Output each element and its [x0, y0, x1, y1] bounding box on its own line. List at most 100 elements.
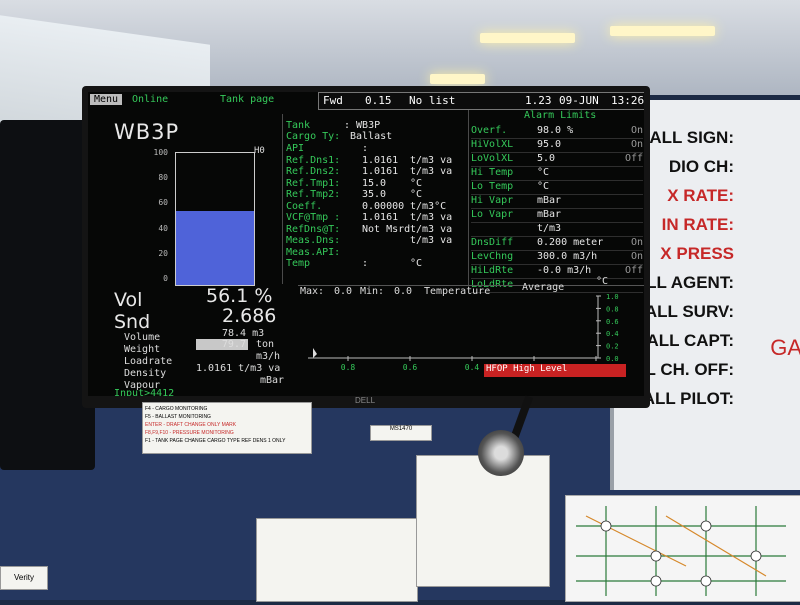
call-board-line: X RATE:: [667, 186, 734, 205]
loadrate-unit: m3/h: [256, 351, 281, 362]
trend-plot: 0.80.60.40.20days1.00.80.60.40.20.0: [308, 293, 626, 372]
alarm-row-label: Lo Vapr: [471, 209, 514, 220]
details-row-label: VCF@Tmp :: [286, 212, 341, 223]
vol-value: 56.1 %: [206, 285, 273, 307]
ceiling-light: [480, 33, 575, 43]
shortcut-sticker-line: F8,F9,F10 - PRESSURE MONITORING: [145, 430, 234, 436]
details-row-unit: t/m3 va: [410, 166, 453, 177]
shortcut-sticker-lines: F4 - CARGO MONITORING F5 - BALLAST MONITO…: [145, 405, 309, 445]
pipe-diagram-card: [565, 495, 800, 602]
shortcut-sticker-line: ENTER - DRAFT CHANGE ONLY MARK: [145, 422, 237, 428]
alarm-row: Hi Vapr mBar: [471, 195, 643, 209]
ms-label: MS1470: [370, 425, 432, 441]
call-board-line: DIO CH:: [668, 157, 734, 176]
cargo-type-label: Cargo Ty:: [286, 131, 341, 142]
details-row-value: Not Msrd: [362, 223, 411, 235]
shortcut-sticker-line: F1 - TANK PAGE CHANGE CARGO TYPE REF DEN…: [145, 438, 286, 444]
cursor-icon: [313, 348, 317, 358]
alarm-row-value: 5.0: [537, 153, 556, 164]
call-board-line: IN RATE:: [661, 215, 734, 234]
details-row-value: 1.0161: [362, 166, 399, 177]
details-row-label: API: [286, 143, 305, 154]
alarm-row-label: Lo Temp: [471, 181, 514, 192]
list-status: No list: [409, 94, 456, 107]
shortcut-sticker-line: F5 - BALLAST MONITORING: [145, 414, 211, 420]
details-row-value: 1.0161: [362, 212, 399, 223]
alarm-row-label: HiVolXL: [471, 139, 514, 150]
alarm-row-value: mBar: [537, 209, 562, 220]
weight-unit: ton: [256, 339, 275, 350]
alarm-row: DnsDiff 0.200 meter On: [471, 237, 643, 251]
gauge-scale-tick: 0: [163, 274, 168, 283]
gauge-scale-tick: 60: [158, 198, 168, 208]
tank-monitor-screen: Menu Online Tank page Fwd 0.15 No list 1…: [88, 92, 644, 396]
details-row-label: Temp: [286, 258, 311, 269]
alarm-row-label: Overf.: [471, 125, 508, 136]
details-row: Meas.Dns: t/m3 va: [286, 235, 466, 247]
pipe-diagram-drawing: [576, 506, 786, 596]
status-online: Online: [132, 94, 169, 105]
details-row-value: 1.0161: [362, 154, 399, 166]
gauge-scale-tick: 80: [158, 173, 168, 183]
date: 09-JUN: [559, 94, 599, 107]
alarm-row: HiLdRte -0.0 m3/h Off: [471, 265, 643, 279]
alarm-limits-table: Overf. 98.0 % On HiVolXL 95.0 On LoVolXL 5.0 Off…: [471, 125, 643, 293]
time: 13:26: [611, 94, 644, 107]
alarm-banner: HFOP High Level: [484, 364, 626, 377]
tank-details-table: API: Ref.Dns1: 1.0161 t/m3 va Ref.Dns2: 1.016…: [286, 143, 466, 270]
alarm-row-state: On: [630, 125, 643, 136]
alarm-row: LoVolXL 5.0 Off: [471, 153, 643, 167]
page-title: Tank page: [220, 94, 275, 105]
trend-y-tick-label: 0.4: [606, 330, 619, 338]
vapour-unit: mBar: [260, 375, 285, 386]
alarm-row-label: HiLdRte: [471, 265, 514, 276]
trend-y-tick-label: 0.0: [606, 355, 619, 363]
gauge-scale: 100 80 60 40 20 0: [128, 148, 168, 283]
snd-value: 2.686: [222, 305, 277, 327]
snd-label: Snd: [114, 311, 151, 333]
ceiling-light: [430, 74, 485, 84]
volume-value: 78.4 m3: [222, 328, 265, 339]
details-row-unit: t/m3 va: [410, 154, 453, 166]
details-row-value: :: [362, 143, 369, 154]
trend-y-tick-label: 0.2: [606, 343, 619, 351]
top-status-bar: Fwd 0.15 No list 1.23 09-JUN 13:26: [318, 92, 644, 110]
alarm-row-label: Hi Vapr: [471, 195, 514, 206]
divider: [468, 110, 469, 288]
alarm-row-value: t/m3: [537, 223, 562, 234]
tank-field-label: Tank: [286, 120, 311, 131]
menu-button[interactable]: Menu: [90, 94, 123, 105]
details-row: Ref.Tmp2: 35.0 °C: [286, 189, 466, 201]
verity-label: Verity: [0, 566, 48, 590]
details-row-value: 35.0: [362, 189, 387, 200]
details-row-unit: t/m3°C: [410, 200, 447, 212]
alarm-row: Lo Temp °C: [471, 181, 643, 195]
trend-x-tick-label: 0.8: [341, 363, 356, 372]
alarm-row: Hi Temp °C: [471, 167, 643, 181]
loadrate-label: Loadrate: [124, 356, 173, 367]
tank-field-value: : WB3P: [344, 120, 381, 131]
lamp-head: [478, 430, 524, 476]
details-row-unit: °C: [410, 177, 423, 189]
weight-value: 79.7: [196, 339, 248, 350]
alarm-row-value: -0.0 m3/h: [537, 265, 592, 276]
call-board-line: ALL SIGN:: [649, 128, 734, 147]
alarm-row-state: On: [630, 251, 643, 262]
details-row: VCF@Tmp : 1.0161 t/m3 va: [286, 212, 466, 224]
trim-value: 1.23: [525, 94, 552, 107]
trend-y-tick-label: 0.8: [606, 305, 619, 313]
alarm-row: Overf. 98.0 % On: [471, 125, 643, 139]
details-row-value: 0.00000: [362, 200, 405, 212]
details-row-unit: °C: [410, 258, 423, 269]
details-row: Temp: °C: [286, 258, 466, 270]
details-row-unit: °C: [410, 189, 423, 200]
alarm-row-label: LoVolXL: [471, 153, 514, 164]
alarm-row-value: 95.0: [537, 139, 562, 150]
command-input[interactable]: Input>4412_: [114, 388, 180, 396]
details-row-label: Ref.Dns2:: [286, 166, 341, 177]
alarm-row-value: mBar: [537, 195, 562, 206]
cargo-type-value: Ballast: [350, 131, 393, 142]
trend-y-tick-label: 0.6: [606, 318, 619, 326]
details-row-unit: t/m3 va: [410, 212, 453, 223]
alarm-row-value: 300.0 m3/h: [537, 251, 598, 262]
